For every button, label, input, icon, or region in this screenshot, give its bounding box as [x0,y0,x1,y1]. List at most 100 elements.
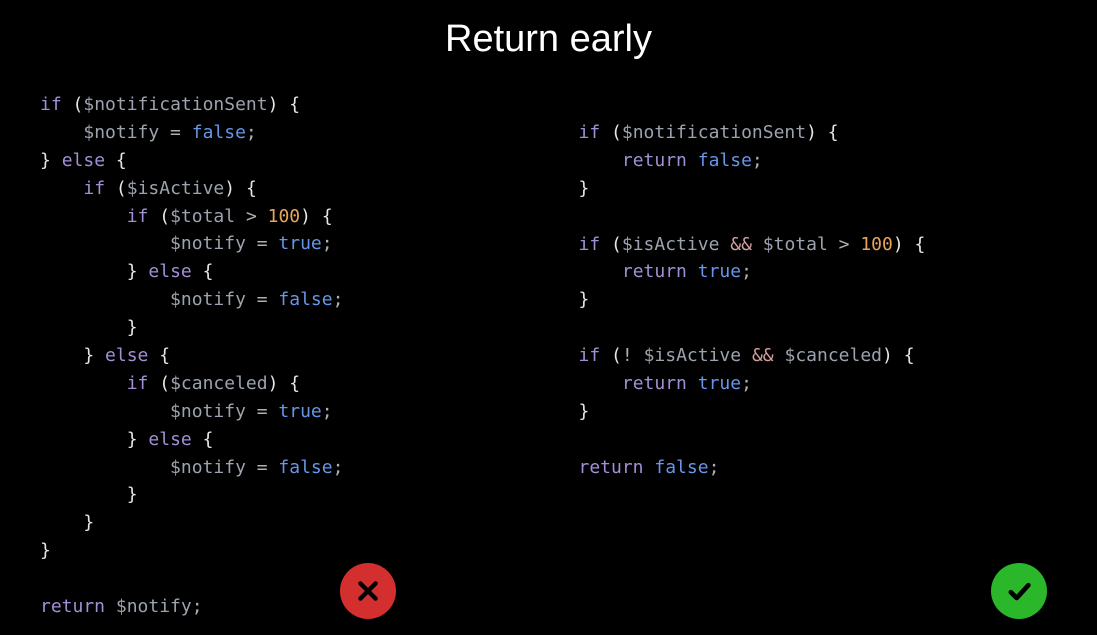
code-token-bool: true [278,401,321,422]
code-token-punct: } [579,289,590,310]
code-token-kw: if [40,94,62,115]
code-token-punct: { [192,429,214,450]
code-token-var: $notify [83,122,159,143]
code-token-amp: && [752,345,774,366]
code-token-punct: ) { [268,373,301,394]
code-token-op: ; [322,233,333,254]
code-comparison: if ($notificationSent) { $notify = false… [0,91,1097,621]
code-token-punct: ( [148,373,170,394]
code-token-punct: ) { [882,345,915,366]
code-token-bool: false [278,457,332,478]
code-token-var: $isActive [127,178,225,199]
code-token-kw: if [579,122,601,143]
code-token-var: $isActive [644,345,742,366]
code-token-kw: else [105,345,148,366]
code-token-kw: if [579,345,601,366]
code-token-var: $total [763,234,828,255]
code-token-op: ; [741,373,752,394]
code-token-op: = [246,401,279,422]
code-token-bool: false [192,122,246,143]
code-token-op: ; [709,457,720,478]
bad-badge [340,563,396,619]
code-token-bool: true [698,373,741,394]
code-token-op: = [246,233,279,254]
code-token-op: ; [192,596,203,617]
code-token-amp: && [730,234,752,255]
code-token-op: ; [333,457,344,478]
code-token-punct: } [40,540,51,561]
code-token-kw: if [579,234,601,255]
code-token-bool: true [698,261,741,282]
code-token-kw: else [148,261,191,282]
code-token-var: $notify [170,401,246,422]
good-code-block: if ($notificationSent) { return false; }… [579,91,1058,482]
code-token-num: 100 [860,234,893,255]
code-token-var: $notify [170,457,246,478]
code-token-kw: return [622,373,687,394]
code-token-bool: false [278,289,332,310]
good-badge [991,563,1047,619]
code-token-var: $notify [116,596,192,617]
code-token-kw: if [83,178,105,199]
code-token-op: ; [741,261,752,282]
code-token-punct: } [83,512,94,533]
code-token-punct: } [579,401,590,422]
code-token-op: = [246,289,279,310]
code-token-kw: return [579,457,644,478]
code-token-punct: ) { [300,206,333,227]
code-token-punct: ( [148,206,170,227]
code-token-kw: else [62,150,105,171]
code-token-punct: ( [600,234,622,255]
code-token-punct: ) { [806,122,839,143]
code-token-kw: return [40,596,105,617]
code-token-punct: } [579,178,590,199]
code-token-var: $notificationSent [83,94,267,115]
code-token-op: ; [752,150,763,171]
cross-icon [355,578,381,604]
code-token-punct: { [105,150,127,171]
code-token-bool: false [698,150,752,171]
code-token-op: ; [333,289,344,310]
code-token-punct: } [40,150,62,171]
code-token-var: $isActive [622,234,720,255]
code-token-punct: } [127,429,149,450]
code-token-var: $notificationSent [622,122,806,143]
code-token-num: 100 [268,206,301,227]
check-icon [1005,577,1033,605]
code-token-punct: { [148,345,170,366]
code-token-var: $total [170,206,235,227]
code-token-punct: ( [600,122,622,143]
code-token-var: $canceled [170,373,268,394]
code-token-punct: ( [62,94,84,115]
code-token-op: > [828,234,861,255]
code-token-var: $notify [170,233,246,254]
code-token-bool: false [654,457,708,478]
code-token-op: > [235,206,268,227]
code-token-punct: } [127,261,149,282]
code-token-punct: ) { [893,234,926,255]
code-token-punct: ( [105,178,127,199]
code-token-op: = [246,457,279,478]
code-token-kw: return [622,150,687,171]
code-token-punct: } [127,317,138,338]
code-token-kw: if [127,206,149,227]
code-token-punct: { [192,261,214,282]
code-token-punct: ) { [268,94,301,115]
code-token-kw: if [127,373,149,394]
page-title: Return early [0,0,1097,91]
code-token-op: ; [246,122,257,143]
code-token-punct: } [127,484,138,505]
code-token-var: $notify [170,289,246,310]
code-token-punct: } [83,345,105,366]
code-token-punct: ) { [224,178,257,199]
code-token-var: $canceled [784,345,882,366]
code-token-punct: ( [600,345,622,366]
code-token-bool: true [278,233,321,254]
code-token-op: = [159,122,192,143]
code-token-kw: return [622,261,687,282]
bad-code-block: if ($notificationSent) { $notify = false… [40,91,519,621]
code-token-op: ; [322,401,333,422]
good-example-column: if ($notificationSent) { return false; }… [579,91,1058,621]
code-token-op: ! [622,345,644,366]
code-token-kw: else [148,429,191,450]
